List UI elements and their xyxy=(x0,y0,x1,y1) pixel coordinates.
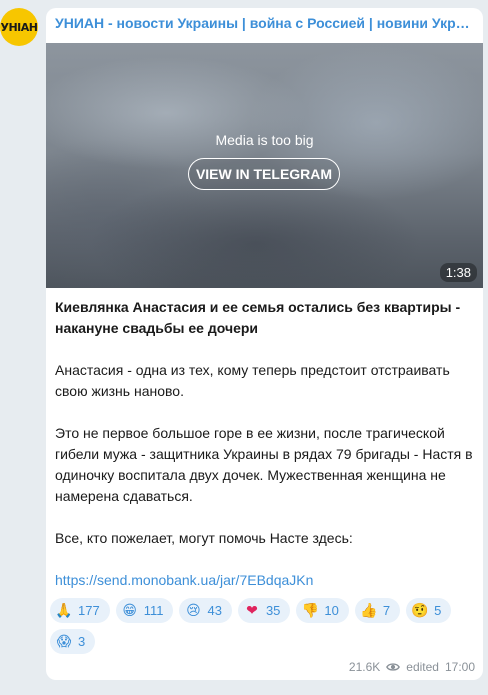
post-paragraph: Анастасия - одна из тех, кому теперь пре… xyxy=(55,362,450,399)
media-too-big-message: Media is too big xyxy=(215,132,314,148)
raised-eyebrow-icon: 🤨 xyxy=(411,602,429,619)
message-bubble: УНИАН - новости Украины | война с Россие… xyxy=(46,8,483,680)
reaction-count: 43 xyxy=(207,603,222,618)
reaction-count: 3 xyxy=(78,634,86,649)
reaction-count: 35 xyxy=(265,603,281,618)
heart-icon: ❤ xyxy=(246,602,258,619)
reaction-pray[interactable]: 🙏 177 xyxy=(50,598,110,623)
post-text: Киевлянка Анастасия и ее семья остались … xyxy=(55,297,477,591)
video-duration: 1:38 xyxy=(439,263,477,282)
reaction-count: 10 xyxy=(324,603,339,618)
message-time: 17:00 xyxy=(444,660,475,674)
reaction-count: 5 xyxy=(434,603,442,618)
media-preview[interactable]: Media is too big VIEW IN TELEGRAM 1:38 xyxy=(46,43,483,288)
scream-icon: 😱 xyxy=(56,633,72,650)
edited-label: edited xyxy=(406,660,439,674)
channel-title[interactable]: УНИАН - новости Украины | война с Россие… xyxy=(55,15,475,31)
eye-icon xyxy=(386,663,401,671)
cry-icon: 😢 xyxy=(186,602,201,619)
channel-avatar[interactable]: УНІАН xyxy=(0,8,38,46)
reaction-count: 111 xyxy=(143,603,164,618)
reactions-bar: 🙏 177 😁 111 😢 43 ❤ 35 👎 10 👍 7 🤨 5 😱 3 xyxy=(50,598,480,654)
reaction-count: 7 xyxy=(382,603,391,618)
donation-link[interactable]: https://send.monobank.ua/jar/7EBdqaJKn xyxy=(55,572,313,588)
view-count: 21.6K xyxy=(348,660,381,674)
reaction-heart[interactable]: ❤ 35 xyxy=(237,598,291,623)
reaction-cry[interactable]: 😢 43 xyxy=(179,598,232,623)
post-paragraph: Это не первое большое горе в ее жизни, п… xyxy=(55,425,473,504)
thumbs-down-icon: 👎 xyxy=(301,602,320,619)
grin-icon: 😁 xyxy=(122,602,137,619)
reaction-raised-eyebrow[interactable]: 🤨 5 xyxy=(406,598,452,623)
reaction-scream[interactable]: 😱 3 xyxy=(50,629,96,654)
reaction-grin[interactable]: 😁 111 xyxy=(115,598,174,623)
reaction-count: 177 xyxy=(78,603,100,618)
avatar-logo-text: УНІАН xyxy=(0,20,39,34)
post-headline: Киевлянка Анастасия и ее семья остались … xyxy=(55,299,461,336)
reaction-thumbs-down[interactable]: 👎 10 xyxy=(296,598,349,623)
reaction-thumbs-up[interactable]: 👍 7 xyxy=(354,598,401,623)
post-paragraph: Все, кто пожелает, могут помочь Насте зд… xyxy=(55,530,353,546)
pray-icon: 🙏 xyxy=(55,602,73,619)
view-in-telegram-button[interactable]: VIEW IN TELEGRAM xyxy=(188,158,340,190)
message-footer: 21.6K edited 17:00 xyxy=(349,660,475,674)
thumbs-up-icon: 👍 xyxy=(360,602,378,619)
